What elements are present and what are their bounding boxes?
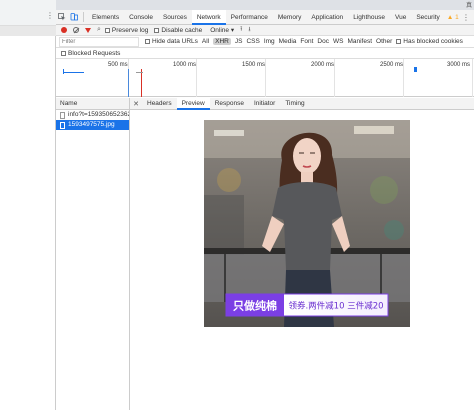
- file-icon: [60, 121, 65, 129]
- filter-type-all[interactable]: All: [202, 38, 209, 45]
- corner-text: 真: [465, 3, 472, 9]
- request-row[interactable]: info?t=1593506523621: [56, 110, 129, 120]
- disable-cache-label: Disable cache: [161, 26, 203, 34]
- tick-line: [472, 59, 473, 97]
- request-name: 1593497575.jpg: [68, 121, 115, 128]
- device-toolbar-icon[interactable]: [68, 11, 80, 23]
- toolbar-divider: [83, 12, 84, 22]
- tab-preview[interactable]: Preview: [176, 97, 210, 110]
- tick-label: 500 ms: [108, 62, 128, 68]
- record-icon[interactable]: [61, 27, 67, 33]
- blocked-requests-row: Blocked Requests: [56, 48, 474, 59]
- tab-console[interactable]: Console: [124, 10, 158, 25]
- tick-label: 1000 ms: [173, 62, 197, 68]
- preserve-log-label: Preserve log: [111, 26, 149, 34]
- tick-line: [334, 59, 335, 97]
- hide-data-urls-option[interactable]: Hide data URLs: [145, 38, 198, 45]
- promo-badge-right: 领券.两件减10 三件减20: [288, 301, 383, 312]
- page-menu-icon[interactable]: ⋮: [46, 11, 54, 20]
- close-icon[interactable]: ✕: [130, 100, 142, 108]
- throttling-select[interactable]: Online ▾: [210, 26, 234, 34]
- tab-vue[interactable]: Vue: [390, 10, 411, 25]
- tab-memory[interactable]: Memory: [273, 10, 306, 25]
- filter-row: Hide data URLs All XHR JS CSS Img Media …: [56, 36, 474, 48]
- devtools-panel: 真 Elements Console Sources Network Perfo…: [56, 0, 474, 410]
- warning-icon: ▲: [446, 13, 454, 21]
- tick-label: 1500 ms: [242, 62, 266, 68]
- tab-lighthouse[interactable]: Lighthouse: [348, 10, 390, 25]
- name-column-header[interactable]: Name: [56, 98, 129, 110]
- dom-content-loaded-line: [128, 69, 129, 97]
- throttling-value: Online: [210, 27, 230, 34]
- file-icon: [60, 111, 65, 119]
- filter-type-doc[interactable]: Doc: [317, 38, 329, 45]
- page-subheader-band: [0, 26, 56, 36]
- tick-label: 2500 ms: [380, 62, 404, 68]
- filter-type-xhr[interactable]: XHR: [213, 38, 231, 45]
- filter-type-css[interactable]: CSS: [246, 38, 259, 45]
- network-overview-timeline[interactable]: 500 ms 1000 ms 1500 ms 2000 ms 2500 ms 3…: [56, 59, 474, 97]
- warning-indicator[interactable]: ▲ 1: [447, 14, 459, 21]
- import-har-icon[interactable]: ⭱: [240, 25, 242, 36]
- filter-type-ws[interactable]: WS: [333, 38, 343, 45]
- tab-sources[interactable]: Sources: [158, 10, 192, 25]
- tab-application[interactable]: Application: [306, 10, 348, 25]
- has-blocked-cookies-option[interactable]: Has blocked cookies: [396, 38, 463, 45]
- tab-security[interactable]: Security: [411, 10, 444, 25]
- tick-label: 2000 ms: [311, 62, 335, 68]
- tick-line: [196, 59, 197, 97]
- inspect-element-icon[interactable]: [56, 11, 68, 23]
- filter-type-img[interactable]: Img: [264, 38, 275, 45]
- requests-list: Name info?t=1593506523621 1593497575.jpg: [56, 98, 130, 410]
- image-preview: 只做纯棉 领券.两件减10 三件减20: [204, 120, 410, 327]
- warning-count: 1: [455, 13, 459, 21]
- clear-icon[interactable]: [73, 27, 79, 33]
- product-photo: 只做纯棉 领券.两件减10 三件减20: [204, 120, 410, 327]
- request-bar: [64, 72, 84, 73]
- tab-elements[interactable]: Elements: [87, 10, 124, 25]
- network-toolbar: ⌕ Preserve log Disable cache Online ▾ ⭱ …: [56, 25, 474, 36]
- hide-data-urls-label: Hide data URLs: [152, 38, 198, 45]
- filter-type-media[interactable]: Media: [279, 38, 297, 45]
- hide-data-urls-checkbox[interactable]: [145, 38, 150, 44]
- preserve-log-checkbox[interactable]: [104, 27, 110, 33]
- request-row-selected[interactable]: 1593497575.jpg: [56, 120, 129, 130]
- tick-line: [265, 59, 266, 97]
- disable-cache-checkbox[interactable]: [154, 27, 160, 33]
- filter-type-manifest[interactable]: Manifest: [347, 38, 372, 45]
- tab-timing[interactable]: Timing: [280, 98, 309, 110]
- tab-performance[interactable]: Performance: [226, 10, 273, 25]
- filter-icon[interactable]: [85, 27, 91, 33]
- request-bar: [136, 72, 143, 73]
- tab-initiator[interactable]: Initiator: [249, 98, 280, 110]
- has-blocked-cookies-label: Has blocked cookies: [403, 38, 463, 45]
- export-har-icon[interactable]: ⭳: [248, 25, 250, 36]
- filter-type-js[interactable]: JS: [235, 38, 243, 45]
- devtools-menu-icon[interactable]: ⋮: [462, 10, 470, 25]
- request-name: info?t=1593506523621: [68, 111, 129, 118]
- blocked-requests-label: Blocked Requests: [68, 49, 121, 57]
- tick-line: [403, 59, 404, 97]
- chevron-down-icon: ▾: [230, 27, 235, 34]
- detail-tabs: ✕ Headers Preview Response Initiator Tim…: [130, 97, 474, 110]
- tick-label: 3000 ms: [447, 62, 471, 68]
- search-icon[interactable]: ⌕: [97, 26, 101, 34]
- request-bar: [63, 69, 64, 74]
- window-top-strip: 真: [56, 0, 474, 10]
- promo-badge-left: 只做纯棉: [233, 299, 277, 313]
- tab-response[interactable]: Response: [210, 98, 249, 110]
- filter-type-font[interactable]: Font: [300, 38, 313, 45]
- devtools-tab-bar: Elements Console Sources Network Perform…: [56, 9, 474, 25]
- tab-network[interactable]: Network: [191, 9, 226, 25]
- filter-type-other[interactable]: Other: [376, 38, 392, 45]
- has-blocked-cookies-checkbox[interactable]: [396, 38, 402, 44]
- load-event-line: [141, 69, 142, 97]
- inspected-page-area: ⋮: [0, 0, 56, 410]
- request-bar: [414, 67, 417, 72]
- request-detail-panel: ✕ Headers Preview Response Initiator Tim…: [130, 97, 474, 410]
- blocked-requests-checkbox[interactable]: [61, 50, 66, 56]
- filter-input[interactable]: [59, 36, 139, 47]
- tab-headers[interactable]: Headers: [142, 98, 177, 110]
